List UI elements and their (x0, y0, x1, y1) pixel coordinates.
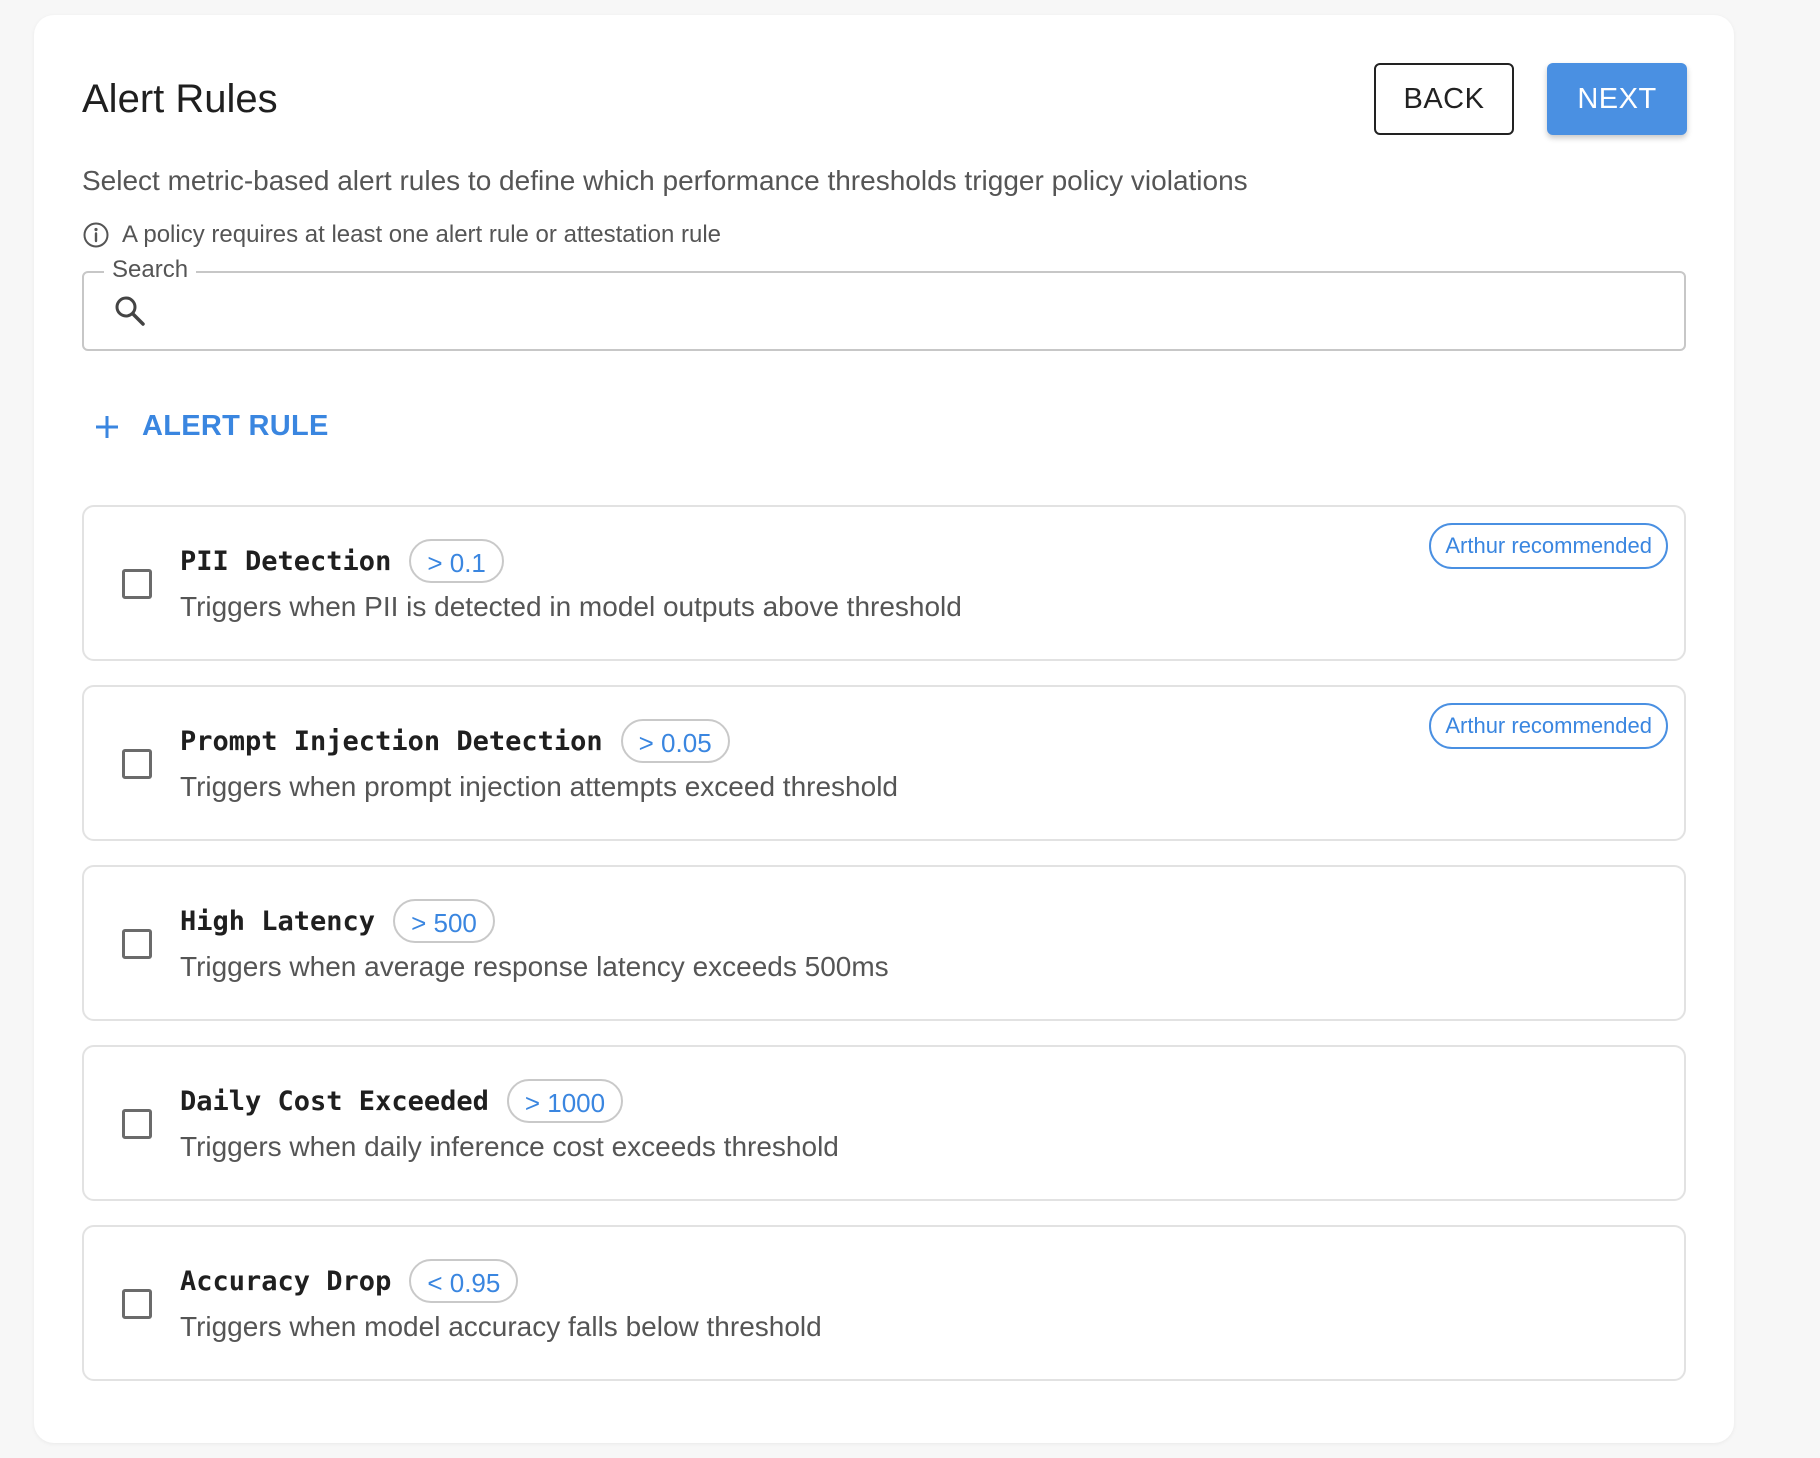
rule-checkbox[interactable] (122, 749, 152, 779)
rule-card-prompt-injection-detection[interactable]: Prompt Injection Detection > 0.05 Trigge… (82, 685, 1686, 841)
add-alert-rule-button[interactable]: ALERT RULE (94, 410, 329, 443)
threshold-chip: < 0.95 (409, 1259, 519, 1303)
threshold-chip: > 0.05 (620, 719, 730, 763)
rule-card-pii-detection[interactable]: PII Detection > 0.1 Triggers when PII is… (82, 505, 1686, 661)
search-field[interactable]: Search (82, 256, 1686, 351)
back-button[interactable]: BACK (1374, 63, 1514, 135)
page-title: Alert Rules (82, 77, 278, 121)
recommended-badge: Arthur recommended (1429, 523, 1668, 569)
page-subtitle: Select metric-based alert rules to defin… (82, 165, 1248, 196)
rule-checkbox[interactable] (122, 929, 152, 959)
rule-checkbox[interactable] (122, 569, 152, 599)
plus-icon (96, 415, 118, 438)
next-button[interactable]: NEXT (1547, 63, 1687, 135)
rule-description: Triggers when average response latency e… (180, 951, 889, 982)
rule-name: Prompt Injection Detection (180, 725, 603, 757)
info-note: A policy requires at least one alert rul… (82, 221, 721, 249)
search-label: Search (104, 256, 197, 285)
rule-name: High Latency (180, 905, 376, 937)
rule-name: Daily Cost Exceeded (180, 1085, 489, 1117)
search-input[interactable] (168, 283, 1672, 341)
rule-card-accuracy-drop[interactable]: Accuracy Drop < 0.95 Triggers when model… (82, 1225, 1686, 1381)
search-icon (115, 296, 145, 326)
rule-checkbox[interactable] (122, 1289, 152, 1319)
info-icon (83, 222, 109, 248)
info-text: A policy requires at least one alert rul… (122, 221, 721, 248)
rule-description: Triggers when model accuracy falls below… (180, 1311, 822, 1342)
rule-checkbox[interactable] (122, 1109, 152, 1139)
rule-card-high-latency[interactable]: High Latency > 500 Triggers when average… (82, 865, 1686, 1021)
rule-description: Triggers when prompt injection attempts … (180, 771, 898, 802)
rule-card-daily-cost-exceeded[interactable]: Daily Cost Exceeded > 1000 Triggers when… (82, 1045, 1686, 1201)
threshold-chip: > 1000 (506, 1079, 624, 1123)
threshold-chip: > 500 (393, 899, 495, 943)
rule-description: Triggers when daily inference cost excee… (180, 1131, 839, 1162)
alert-rules-panel: Alert Rules BACK NEXT Select metric-base… (34, 15, 1734, 1443)
rule-name: Accuracy Drop (180, 1265, 392, 1297)
rule-name: PII Detection (180, 545, 392, 577)
rule-description: Triggers when PII is detected in model o… (180, 591, 962, 622)
threshold-chip: > 0.1 (409, 539, 504, 583)
add-alert-rule-label: ALERT RULE (142, 410, 329, 442)
recommended-badge: Arthur recommended (1429, 703, 1668, 749)
